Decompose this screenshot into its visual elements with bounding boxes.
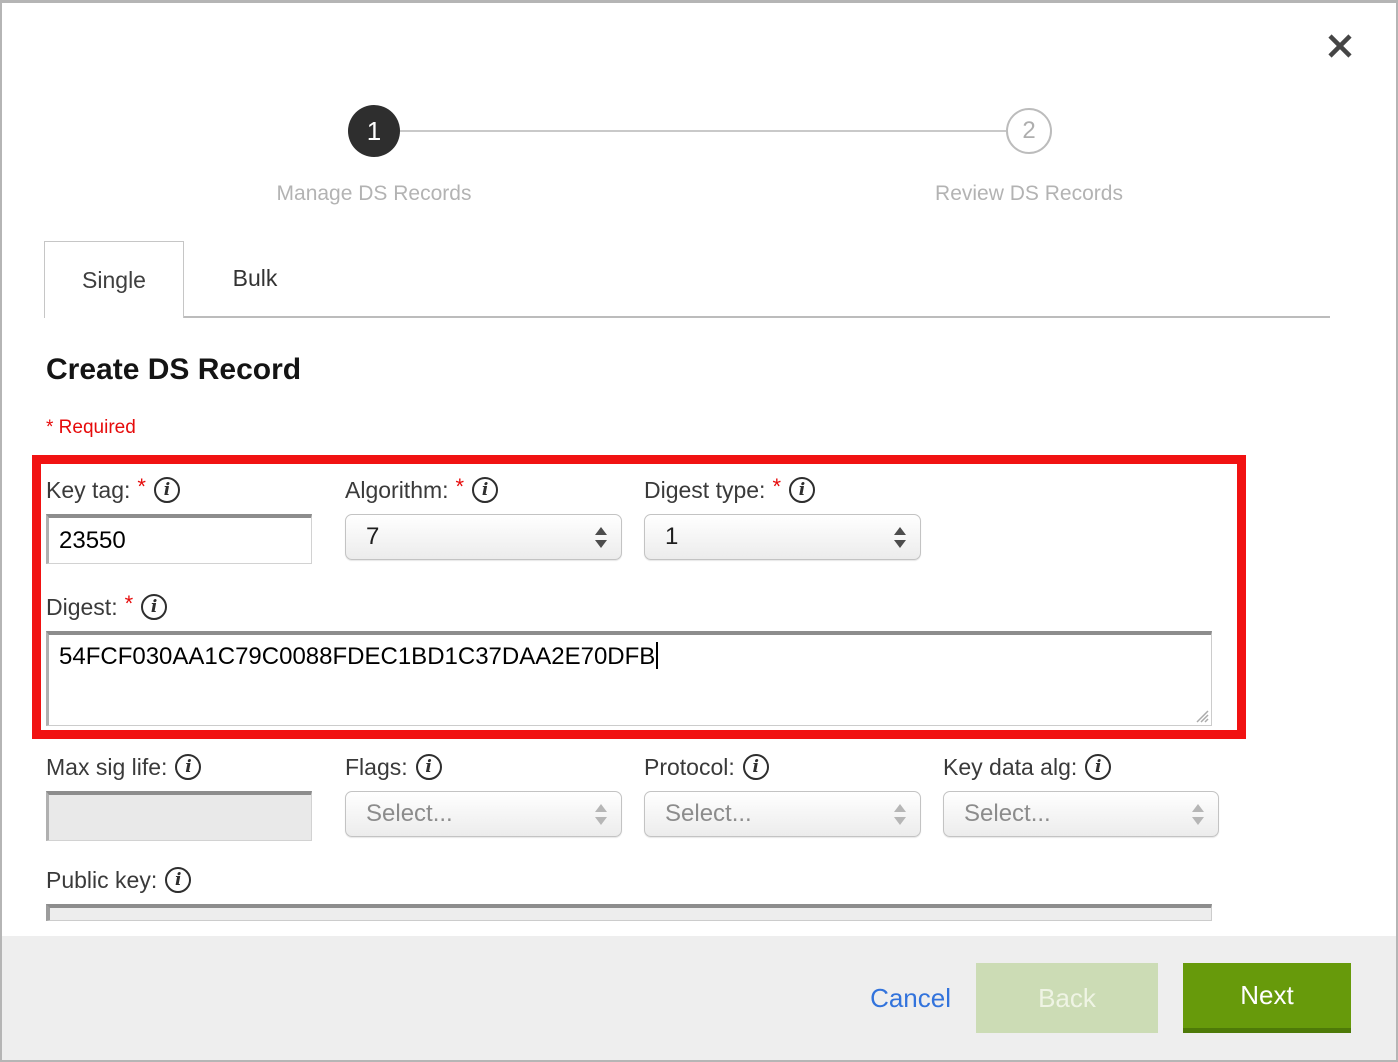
info-glyph: i xyxy=(164,480,170,500)
algorithm-select[interactable]: 7 xyxy=(345,514,622,560)
key-data-alg-select[interactable]: Select... xyxy=(943,791,1219,837)
protocol-select-value: Select... xyxy=(665,800,894,828)
row1-empty-cell xyxy=(943,475,1219,564)
digest-textarea[interactable]: 54FCF030AA1C79C0088FDEC1BD1C37DAA2E70DFB xyxy=(46,631,1212,726)
record-mode-tabs: Single Bulk xyxy=(44,241,1330,318)
select-arrows-icon xyxy=(1192,804,1204,825)
digest-type-field: Digest type: * i 1 xyxy=(644,475,921,564)
form-row-3: Max sig life: i Flags: i Select... Proto… xyxy=(46,752,1212,841)
step-2-circle: 2 xyxy=(1006,108,1052,154)
select-arrows-icon xyxy=(894,527,906,548)
stepper-connector-line xyxy=(400,130,1006,132)
max-sig-life-field: Max sig life: i xyxy=(46,752,323,841)
digest-label: Digest: xyxy=(46,594,118,621)
key-data-alg-field: Key data alg: i Select... xyxy=(943,752,1219,841)
required-asterisk: * xyxy=(125,591,134,617)
max-sig-life-label-row: Max sig life: i xyxy=(46,752,323,782)
algorithm-label-row: Algorithm: * i xyxy=(345,475,622,505)
tab-single-label: Single xyxy=(82,267,146,294)
info-glyph: i xyxy=(175,870,181,890)
algorithm-field: Algorithm: * i 7 xyxy=(345,475,622,564)
info-icon[interactable]: i xyxy=(416,754,442,780)
step-1-number: 1 xyxy=(367,116,381,147)
max-sig-life-label: Max sig life: xyxy=(46,754,167,781)
step-2-number: 2 xyxy=(1022,117,1035,145)
wizard-stepper: 1 2 Manage DS Records Review DS Records xyxy=(2,3,1396,218)
dialog-footer: Cancel Back Next xyxy=(2,936,1396,1060)
key-data-alg-select-value: Select... xyxy=(964,800,1192,828)
step-1-label: Manage DS Records xyxy=(277,182,472,206)
info-icon[interactable]: i xyxy=(141,594,167,620)
info-icon[interactable]: i xyxy=(1085,754,1111,780)
info-icon[interactable]: i xyxy=(175,754,201,780)
protocol-label-row: Protocol: i xyxy=(644,752,921,782)
digest-label-row: Digest: * i xyxy=(46,592,1212,622)
info-glyph: i xyxy=(425,757,431,777)
public-key-textarea[interactable] xyxy=(46,904,1212,921)
key-data-alg-label-row: Key data alg: i xyxy=(943,752,1219,782)
tab-single[interactable]: Single xyxy=(44,241,184,318)
resize-handle-icon[interactable] xyxy=(1193,707,1209,723)
key-tag-label-row: Key tag: * i xyxy=(46,475,323,505)
key-tag-label: Key tag: xyxy=(46,477,130,504)
digest-type-label-row: Digest type: * i xyxy=(644,475,921,505)
flags-label: Flags: xyxy=(345,754,408,781)
digest-type-label: Digest type: xyxy=(644,477,765,504)
flags-field: Flags: i Select... xyxy=(345,752,622,841)
required-note: * Required xyxy=(46,417,1212,439)
flags-select-value: Select... xyxy=(366,800,595,828)
public-key-label-row: Public key: i xyxy=(46,865,1212,895)
flags-label-row: Flags: i xyxy=(345,752,622,782)
key-tag-field: Key tag: * i xyxy=(46,475,323,564)
form-row-1: Key tag: * i Algorithm: * i 7 xyxy=(46,475,1212,564)
step-1-circle: 1 xyxy=(348,105,400,157)
tab-strip-rest: Bulk xyxy=(184,241,1330,318)
protocol-select[interactable]: Select... xyxy=(644,791,921,837)
next-button[interactable]: Next xyxy=(1183,963,1351,1033)
info-glyph: i xyxy=(185,757,191,777)
info-glyph: i xyxy=(1095,757,1101,777)
back-button[interactable]: Back xyxy=(976,963,1158,1033)
algorithm-label: Algorithm: xyxy=(345,477,449,504)
required-asterisk: * xyxy=(137,474,146,500)
digest-type-select[interactable]: 1 xyxy=(644,514,921,560)
step-2-label: Review DS Records xyxy=(935,182,1123,206)
protocol-label: Protocol: xyxy=(644,754,735,781)
info-glyph: i xyxy=(753,757,759,777)
digest-type-select-value: 1 xyxy=(665,523,894,551)
public-key-field: Public key: i xyxy=(46,865,1212,921)
info-glyph: i xyxy=(151,597,157,617)
select-arrows-icon xyxy=(595,527,607,548)
required-asterisk: * xyxy=(772,474,781,500)
info-icon[interactable]: i xyxy=(154,477,180,503)
page-title: Create DS Record xyxy=(46,353,1212,387)
cancel-button[interactable]: Cancel xyxy=(870,983,951,1014)
tab-bulk[interactable]: Bulk xyxy=(184,241,326,316)
digest-field: Digest: * i 54FCF030AA1C79C0088FDEC1BD1C… xyxy=(46,592,1212,726)
required-asterisk: * xyxy=(456,474,465,500)
max-sig-life-input[interactable] xyxy=(46,791,312,841)
create-ds-record-dialog: 1 2 Manage DS Records Review DS Records … xyxy=(0,0,1398,1062)
protocol-field: Protocol: i Select... xyxy=(644,752,921,841)
info-icon[interactable]: i xyxy=(743,754,769,780)
digest-value: 54FCF030AA1C79C0088FDEC1BD1C37DAA2E70DFB xyxy=(59,643,655,670)
public-key-label: Public key: xyxy=(46,867,157,894)
tab-bulk-label: Bulk xyxy=(233,265,278,292)
algorithm-select-value: 7 xyxy=(366,523,595,551)
info-glyph: i xyxy=(482,480,488,500)
text-cursor xyxy=(656,642,658,669)
info-glyph: i xyxy=(799,480,805,500)
info-icon[interactable]: i xyxy=(165,867,191,893)
info-icon[interactable]: i xyxy=(789,477,815,503)
info-icon[interactable]: i xyxy=(472,477,498,503)
key-data-alg-label: Key data alg: xyxy=(943,754,1077,781)
key-tag-input[interactable] xyxy=(46,514,312,564)
create-ds-record-form: Create DS Record * Required Key tag: * i… xyxy=(46,353,1212,921)
select-arrows-icon xyxy=(595,804,607,825)
flags-select[interactable]: Select... xyxy=(345,791,622,837)
select-arrows-icon xyxy=(894,804,906,825)
